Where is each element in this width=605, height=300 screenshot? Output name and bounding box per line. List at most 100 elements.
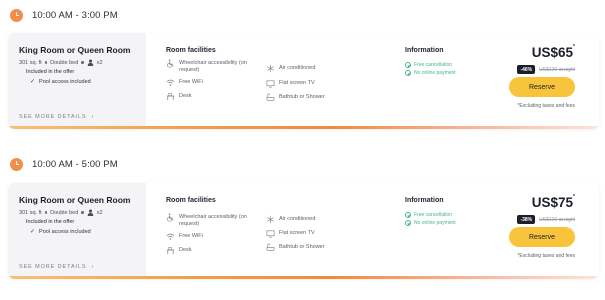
guests-icon	[87, 59, 94, 66]
price-asterisk: *	[573, 194, 575, 200]
price-value: US$75	[531, 195, 574, 210]
facility-label: Flat screen TV	[279, 230, 315, 236]
facility-label: Desk	[179, 247, 192, 253]
facility-item: Free WiFi	[166, 233, 203, 241]
price-asterisk: *	[573, 44, 575, 50]
facility-label: Free WiFi	[179, 79, 203, 85]
chevron-right-icon: ›	[91, 264, 95, 270]
separator-dot	[44, 211, 48, 214]
desk-icon	[166, 93, 175, 101]
facility-label: Air conditioned	[279, 65, 316, 71]
facility-item: Wheelchair accessibility (on request)	[166, 59, 256, 74]
room-summary-panel: King Room or Queen Room 301 sq. ft Doubl…	[8, 33, 146, 129]
old-price: US$120 at night	[539, 66, 575, 73]
room-offer-card: King Room or Queen Room 301 sq. ft Doubl…	[8, 33, 599, 129]
room-offer-card: King Room or Queen Room 301 sq. ft Doubl…	[8, 183, 599, 279]
reserve-button[interactable]: Reserve	[509, 227, 575, 247]
offer-item-label: Pool access included	[39, 228, 91, 235]
tax-note: *Excluding taxes and fees	[517, 103, 575, 109]
facility-item: Flat screen TV	[266, 230, 315, 238]
info-line: Free cancellation	[405, 62, 452, 68]
offer-title: Included in the offer	[26, 219, 75, 225]
info-line-label: No online payment	[414, 70, 456, 76]
guest-count: x2	[96, 59, 103, 66]
price-discount-row: -38% US$120 at night	[517, 215, 575, 224]
offer-title: Included in the offer	[26, 69, 75, 75]
slot-header: 10:00 AM - 3:00 PM	[10, 6, 118, 24]
tv-icon	[266, 80, 275, 88]
guests-icon	[87, 209, 94, 216]
facility-item: Desk	[166, 93, 192, 101]
information-title: Information	[405, 197, 444, 204]
facility-label: Wheelchair accessibility (on request)	[179, 60, 247, 73]
clock-icon	[10, 8, 23, 22]
slot-time: 10:00 AM - 3:00 PM	[32, 9, 118, 21]
check-circle-icon	[405, 220, 411, 226]
facility-label: Free WiFi	[179, 233, 203, 239]
old-price: US$120 at night	[539, 216, 575, 223]
facility-label: Bathtub or Shower	[279, 244, 325, 250]
desk-icon	[166, 247, 175, 255]
separator-dot	[81, 61, 84, 64]
room-summary-panel: King Room or Queen Room 301 sq. ft Doubl…	[8, 183, 146, 279]
card-accent-bar	[8, 276, 599, 279]
room-size: 301 sq. ft	[19, 59, 42, 66]
wheelchair-icon	[167, 59, 174, 68]
offer-item: ✓ Pool access included	[30, 78, 91, 86]
bathtub-icon	[266, 93, 275, 102]
info-line: No online payment	[405, 70, 456, 76]
info-line-label: Free cancellation	[414, 62, 453, 68]
price-value: US$65	[531, 45, 574, 60]
facility-label: Bathtub or Shower	[279, 94, 325, 100]
facility-item: Free WiFi	[166, 79, 203, 87]
price-discount-row: -46% US$120 at night	[517, 65, 575, 74]
check-icon: ✓	[30, 229, 36, 235]
info-line-label: No online payment	[414, 220, 456, 226]
room-meta: 301 sq. ft Double bed x2	[19, 59, 103, 66]
see-more-details-link[interactable]: SEE MORE DETAILS ›	[19, 114, 94, 120]
information-title: Information	[405, 47, 444, 54]
offer-item-label: Pool access included	[39, 78, 91, 85]
wheelchair-icon	[167, 213, 174, 222]
facility-label: Flat screen TV	[279, 80, 315, 86]
tax-note: *Excluding taxes and fees	[517, 253, 575, 259]
separator-dot	[44, 61, 48, 64]
info-line: Free cancellation	[405, 212, 452, 218]
slot-time: 10:00 AM - 5:00 PM	[32, 158, 118, 170]
wifi-icon	[166, 233, 175, 240]
check-circle-icon	[405, 70, 411, 76]
price: US$65*	[531, 44, 575, 60]
price: US$75*	[531, 194, 575, 210]
facility-label: Desk	[179, 93, 192, 99]
bed-type: Double bed	[50, 59, 79, 66]
facility-item: Wheelchair accessibility (on request)	[166, 213, 256, 228]
snowflake-icon	[267, 215, 274, 224]
guest-count: x2	[96, 209, 103, 216]
facility-item: Bathtub or Shower	[266, 243, 325, 252]
room-name: King Room or Queen Room	[19, 45, 131, 55]
check-circle-icon	[405, 62, 411, 68]
offer-item: ✓ Pool access included	[30, 228, 91, 236]
see-more-label: SEE MORE DETAILS	[19, 114, 87, 120]
wifi-icon	[166, 79, 175, 86]
facilities-title: Room facilities	[166, 47, 216, 54]
info-line: No online payment	[405, 220, 456, 226]
reserve-button[interactable]: Reserve	[509, 77, 575, 97]
facility-label: Wheelchair accessibility (on request)	[179, 214, 247, 227]
facility-item: Flat screen TV	[266, 80, 315, 88]
facility-item: Air conditioned	[266, 215, 315, 224]
see-more-details-link[interactable]: SEE MORE DETAILS ›	[19, 264, 94, 270]
facility-item: Desk	[166, 247, 192, 255]
check-icon: ✓	[30, 79, 36, 85]
chevron-right-icon: ›	[91, 114, 95, 120]
tv-icon	[266, 230, 275, 238]
bathtub-icon	[266, 243, 275, 252]
discount-badge: -38%	[517, 215, 536, 224]
bed-type: Double bed	[50, 209, 79, 216]
slot-header: 10:00 AM - 5:00 PM	[10, 155, 118, 173]
info-line-label: Free cancellation	[414, 212, 453, 218]
check-circle-icon	[405, 212, 411, 218]
separator-dot	[81, 211, 84, 214]
room-meta: 301 sq. ft Double bed x2	[19, 209, 103, 216]
clock-icon	[10, 157, 23, 171]
